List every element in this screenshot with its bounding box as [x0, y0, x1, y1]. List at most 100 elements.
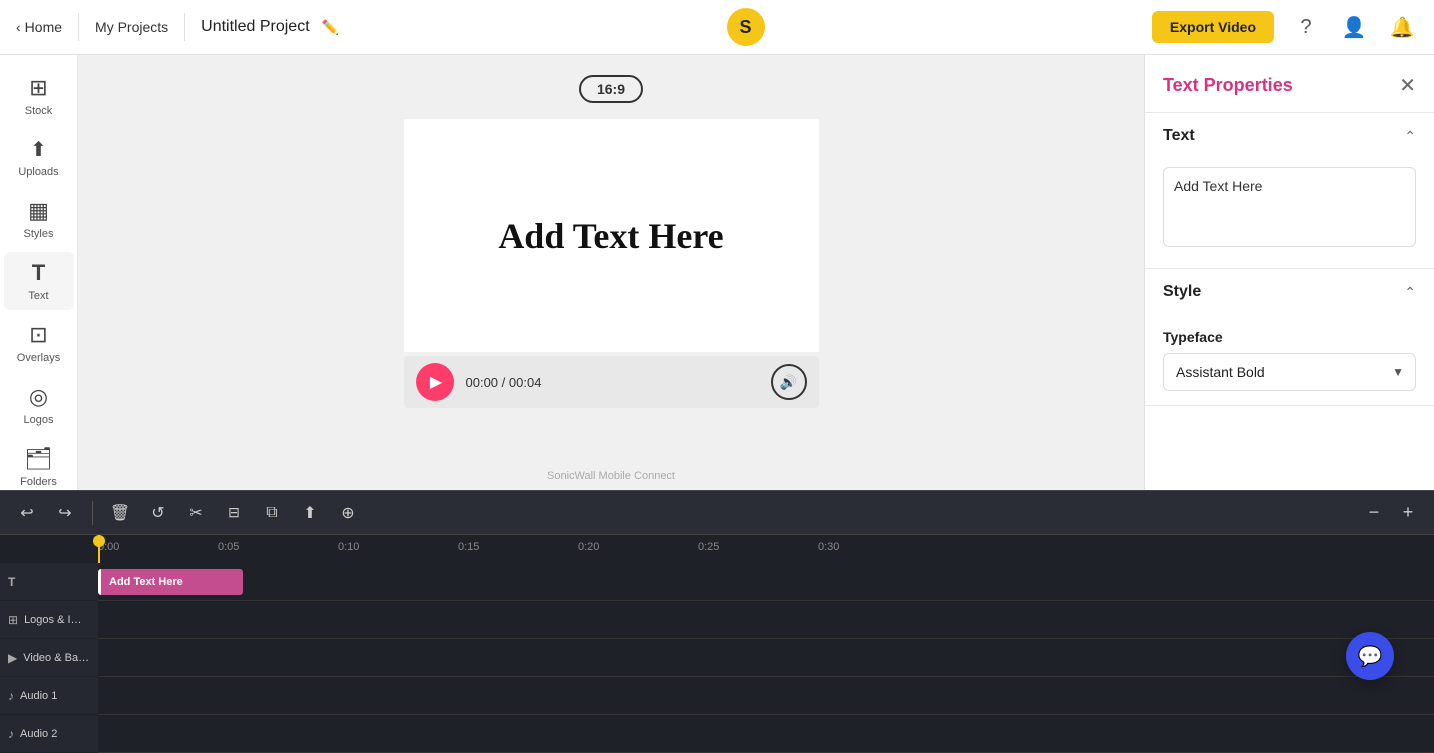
style-section-content: Typeface Assistant Bold ▼: [1145, 315, 1434, 405]
time-total: 00:04: [509, 375, 542, 390]
topbar-divider2: [184, 13, 185, 41]
sidebar-label-uploads: Uploads: [18, 166, 58, 178]
close-panel-button[interactable]: ✕: [1399, 73, 1416, 98]
time-separator: /: [502, 375, 509, 390]
logos-track-icon: ⊞: [8, 613, 18, 627]
typeface-select-wrapper: Assistant Bold ▼: [1163, 353, 1416, 391]
copy-button[interactable]: ⧉: [257, 498, 287, 528]
delete-button[interactable]: 🗑: [105, 498, 135, 528]
text-icon: T: [32, 260, 45, 286]
export-video-button[interactable]: Export Video: [1152, 11, 1274, 43]
sidebar-label-text: Text: [28, 290, 48, 302]
logos-track-label: ⊞ Logos & Image Overlays: [0, 601, 98, 638]
timeline-tracks: T Add Text Here ⊞ Logos & Image Overlays…: [0, 563, 1434, 753]
folders-icon: 🗂: [25, 446, 53, 472]
timeline-zoom-controls: − +: [1360, 499, 1422, 527]
home-label: Home: [25, 19, 62, 35]
playhead-dot: [93, 535, 105, 547]
video-track-text: Video & Background Images: [23, 652, 90, 664]
sidebar-label-overlays: Overlays: [17, 352, 60, 364]
ruler-mark-6: 0:30: [818, 541, 839, 553]
logos-track-text: Logos & Image Overlays: [24, 614, 90, 626]
sidebar-label-stock: Stock: [25, 105, 53, 117]
sidebar-item-logos[interactable]: ◎ Logos: [4, 376, 74, 434]
text-track-row: T Add Text Here: [98, 563, 1434, 601]
playhead[interactable]: [98, 535, 100, 563]
style-section-header[interactable]: Style ⌃: [1145, 269, 1434, 315]
text-input[interactable]: Add Text Here: [1163, 167, 1416, 247]
audio1-track-row: ♪ Audio 1: [98, 677, 1434, 715]
account-button[interactable]: 👤: [1338, 11, 1370, 43]
aspect-ratio-badge[interactable]: 16:9: [579, 75, 643, 103]
zoom-in-button[interactable]: +: [1394, 499, 1422, 527]
sidebar-item-styles[interactable]: ▦ Styles: [4, 190, 74, 248]
text-section-title: Text: [1163, 127, 1195, 145]
sidebar-label-logos: Logos: [24, 414, 54, 426]
ruler-mark-2: 0:10: [338, 541, 359, 553]
chat-bubble-icon: 💬: [1358, 644, 1383, 669]
sidebar-item-text[interactable]: T Text: [4, 252, 74, 310]
topbar: ‹ Home My Projects Untitled Project ✏️ S…: [0, 0, 1434, 55]
text-track-label: T: [0, 563, 98, 600]
sidebar: ⊞ Stock ⬆ Uploads ▦ Styles T Text ⊡ Over…: [0, 55, 78, 490]
sidebar-item-uploads[interactable]: ⬆ Uploads: [4, 129, 74, 186]
sidebar-item-stock[interactable]: ⊞ Stock: [4, 67, 74, 125]
canvas-preview: Add Text Here: [404, 119, 819, 352]
watermark: SonicWall Mobile Connect: [547, 470, 675, 482]
topbar-divider: [78, 13, 79, 41]
panel-header: Text Properties ✕: [1145, 55, 1434, 113]
ruler-mark-3: 0:15: [458, 541, 479, 553]
logos-track-row: ⊞ Logos & Image Overlays: [98, 601, 1434, 639]
logos-icon: ◎: [29, 384, 48, 410]
text-clip[interactable]: Add Text Here: [98, 569, 243, 595]
text-section-header[interactable]: Text ⌃: [1145, 113, 1434, 159]
my-projects-label[interactable]: My Projects: [95, 19, 168, 35]
audio2-track-row: ♪ Audio 2: [98, 715, 1434, 753]
volume-button[interactable]: 🔊: [771, 364, 807, 400]
timeline-toolbar: ↩ ↪ 🗑 ↺ ✂ ⊟ ⧉ ⬆ ⊕ − +: [0, 491, 1434, 535]
time-display: 00:00 / 00:04: [466, 375, 759, 390]
canvas-preview-text: Add Text Here: [498, 215, 723, 257]
play-icon: ▶: [430, 372, 442, 392]
back-arrow-icon: ‹: [16, 19, 21, 35]
video-track-row: ▶ Video & Background Images: [98, 639, 1434, 677]
sidebar-item-overlays[interactable]: ⊡ Overlays: [4, 314, 74, 372]
play-button[interactable]: ▶: [416, 363, 454, 401]
video-track-label: ▶ Video & Background Images: [0, 639, 98, 676]
audio1-track-icon: ♪: [8, 689, 14, 703]
typeface-select[interactable]: Assistant Bold: [1163, 353, 1416, 391]
app-logo: S: [727, 8, 765, 46]
audio1-track-label: ♪ Audio 1: [0, 677, 98, 714]
undo-button[interactable]: ↩: [12, 498, 42, 528]
uploads-icon: ⬆: [30, 137, 47, 162]
text-section-content: Add Text Here: [1145, 159, 1434, 268]
ruler-mark-5: 0:25: [698, 541, 719, 553]
audio1-track-text: Audio 1: [20, 690, 57, 702]
align-up-button[interactable]: ⬆: [295, 498, 325, 528]
cut-button[interactable]: ✂: [181, 498, 211, 528]
volume-icon: 🔊: [780, 374, 797, 391]
text-clip-label: Add Text Here: [109, 576, 183, 588]
style-section-chevron: ⌃: [1404, 284, 1416, 301]
align-center-button[interactable]: ⊕: [333, 498, 363, 528]
loop-button[interactable]: ↺: [143, 498, 173, 528]
text-section: Text ⌃ Add Text Here: [1145, 113, 1434, 269]
notifications-button[interactable]: 🔔: [1386, 11, 1418, 43]
stock-icon: ⊞: [29, 75, 47, 101]
canvas-area: 16:9 Add Text Here ▶ 00:00 / 00:04 🔊 Son…: [78, 55, 1144, 490]
overlays-icon: ⊡: [29, 322, 47, 348]
audio2-track-icon: ♪: [8, 727, 14, 741]
topbar-left: ‹ Home My Projects Untitled Project ✏️: [16, 13, 339, 41]
zoom-out-button[interactable]: −: [1360, 499, 1388, 527]
help-button[interactable]: ?: [1290, 11, 1322, 43]
edit-project-icon[interactable]: ✏️: [322, 19, 339, 36]
chat-bubble-button[interactable]: 💬: [1346, 632, 1394, 680]
audio2-track-text: Audio 2: [20, 728, 57, 740]
timeline: ↩ ↪ 🗑 ↺ ✂ ⊟ ⧉ ⬆ ⊕ − + 0:00 0:05 0:10 0:1…: [0, 490, 1434, 710]
player-bar: ▶ 00:00 / 00:04 🔊: [404, 356, 819, 408]
right-panel: Text Properties ✕ Text ⌃ Add Text Here S…: [1144, 55, 1434, 490]
split-button[interactable]: ⊟: [219, 498, 249, 528]
sidebar-item-folders[interactable]: 🗂 Folders: [4, 438, 74, 490]
redo-button[interactable]: ↪: [50, 498, 80, 528]
back-button[interactable]: ‹ Home: [16, 19, 62, 35]
